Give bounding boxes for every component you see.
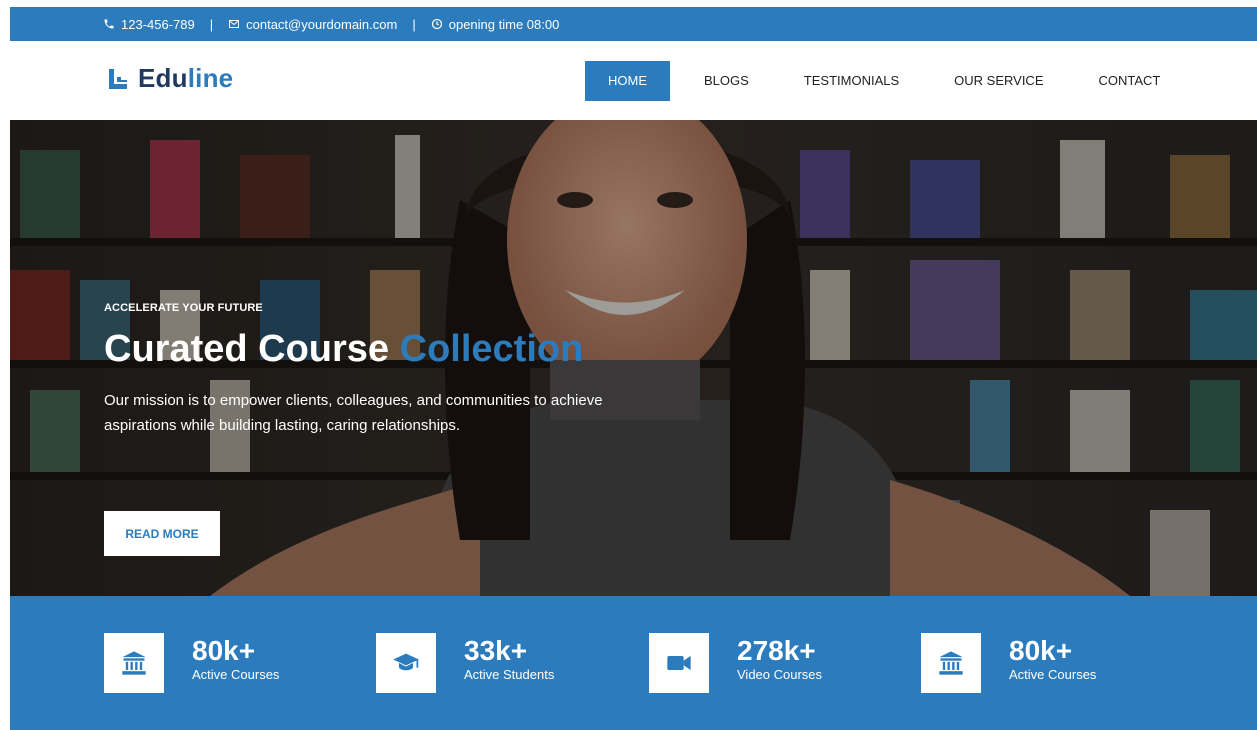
nav-blogs[interactable]: BLOGS <box>687 61 766 101</box>
bank-icon <box>122 651 146 675</box>
brand-name-part1: Edu <box>138 63 188 93</box>
nav-testimonials[interactable]: TESTIMONIALS <box>787 61 916 101</box>
bank-icon <box>939 651 963 675</box>
stat-item: 80k+ Active Courses <box>921 633 1096 693</box>
hero-title: Curated Course Collection <box>104 328 624 371</box>
top-contact-bar: 123-456-789 | contact@yourdomain.com | o… <box>10 7 1257 41</box>
stat-text: 80k+ Active Courses <box>1009 633 1096 682</box>
brand-logo[interactable]: Eduline <box>106 63 233 94</box>
envelope-icon <box>229 20 240 28</box>
phone-icon <box>104 19 114 29</box>
video-camera-icon <box>667 656 691 670</box>
stat-text: 33k+ Active Students <box>464 633 554 682</box>
phone-item[interactable]: 123-456-789 <box>103 17 195 32</box>
stats-bar: 80k+ Active Courses 33k+ Active Students… <box>10 596 1257 730</box>
site-header: Eduline HOME BLOGS TESTIMONIALS OUR SERV… <box>10 41 1257 120</box>
hero-title-part1: Curated Course <box>104 328 390 370</box>
stat-item: 278k+ Video Courses <box>649 633 822 693</box>
nav-contact[interactable]: CONTACT <box>1082 61 1178 101</box>
main-nav: HOME BLOGS TESTIMONIALS OUR SERVICE CONT… <box>585 61 1198 101</box>
stat-text: 80k+ Active Courses <box>192 633 279 682</box>
stat-value: 278k+ <box>737 635 816 666</box>
stat-icon-box <box>921 633 981 693</box>
hero-kicker: ACCELERATE YOUR FUTURE <box>104 302 263 314</box>
stat-label: Active Courses <box>1009 667 1097 682</box>
hero-description: Our mission is to empower clients, colle… <box>104 392 603 434</box>
nav-our-service[interactable]: OUR SERVICE <box>937 61 1060 101</box>
stat-value: 80k+ <box>1009 635 1073 666</box>
clock-icon <box>431 18 442 30</box>
logo-mark-icon <box>109 68 127 89</box>
stat-label: Video Courses <box>737 667 823 682</box>
hours-item: opening time 08:00 <box>431 16 560 32</box>
brand-name: Eduline <box>138 63 233 94</box>
stat-value: 33k+ <box>464 635 528 666</box>
stat-icon-box <box>104 633 164 693</box>
brand-name-part2: line <box>187 63 234 93</box>
separator: | <box>209 16 214 32</box>
stat-icon-box <box>376 633 436 693</box>
hours-text: opening time 08:00 <box>448 16 560 32</box>
email-text: contact@yourdomain.com <box>246 16 398 32</box>
stat-label: Active Courses <box>192 667 280 682</box>
stat-icon-box <box>649 633 709 693</box>
stat-value: 80k+ <box>192 635 256 666</box>
hero-title-part2: Collection <box>399 328 584 370</box>
graduation-cap-icon <box>393 653 419 671</box>
stat-item: 80k+ Active Courses <box>104 633 279 693</box>
stat-text: 278k+ Video Courses <box>737 633 822 682</box>
read-more-button[interactable]: READ MORE <box>104 511 220 556</box>
stat-item: 33k+ Active Students <box>376 633 554 693</box>
hero-banner: ACCELERATE YOUR FUTURE Curated Course Co… <box>10 120 1257 596</box>
page-frame: 123-456-789 | contact@yourdomain.com | o… <box>10 0 1257 730</box>
email-item[interactable]: contact@yourdomain.com <box>228 17 397 32</box>
nav-home[interactable]: HOME <box>585 61 670 101</box>
hero-content: ACCELERATE YOUR FUTURE Curated Course Co… <box>104 302 624 438</box>
stat-label: Active Students <box>464 667 555 682</box>
separator: | <box>412 16 416 32</box>
phone-text: 123-456-789 <box>121 16 195 32</box>
